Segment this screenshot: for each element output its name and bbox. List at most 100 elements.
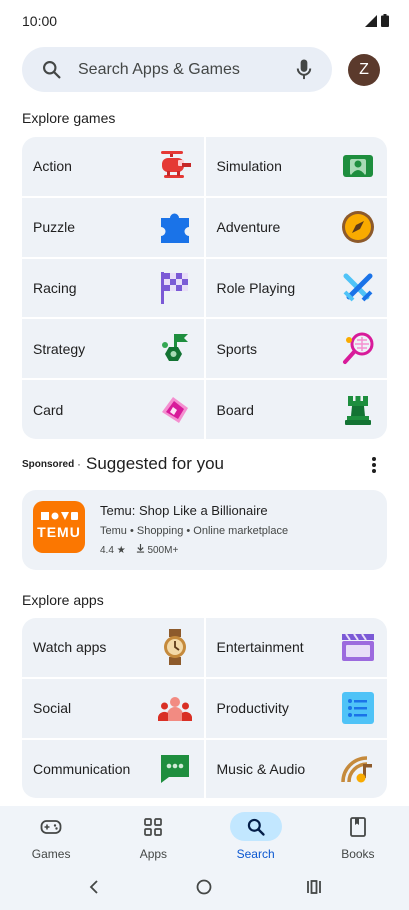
category-label: Social (33, 700, 72, 717)
nav-apps-pill (127, 812, 179, 841)
category-label: Music & Audio (216, 760, 306, 777)
card-icon (158, 393, 192, 427)
chess-rook-icon (341, 393, 375, 427)
category-label: Racing (33, 279, 77, 296)
tennis-racket-icon (341, 332, 375, 366)
explore-apps-title: Explore apps (22, 592, 104, 608)
gamepad-icon (40, 819, 62, 834)
category-label: Sports (216, 340, 257, 357)
temu-logo-shapes-icon (41, 512, 78, 520)
category-label: Role Playing (216, 279, 296, 296)
category-label: Productivity (216, 700, 289, 717)
back-icon[interactable] (87, 878, 101, 896)
nav-games-pill (25, 812, 77, 841)
app-meta: Temu • Shopping • Online marketplace (100, 525, 289, 537)
rating-value: 4.4 (100, 544, 114, 556)
app-name: Temu: Shop Like a Billionaire (100, 503, 268, 518)
category-label: Action (33, 158, 72, 175)
search-bar[interactable]: Search Apps & Games (22, 47, 332, 92)
category-board[interactable]: Board (205, 380, 387, 439)
category-productivity[interactable]: Productivity (205, 678, 387, 738)
crossed-swords-icon (341, 271, 375, 305)
category-action[interactable]: Action (22, 137, 204, 196)
helicopter-icon (158, 149, 192, 183)
suggested-app-card[interactable]: TEMU Temu: Shop Like a Billionaire Temu … (22, 490, 387, 570)
downloads-value: 500M+ (147, 545, 179, 556)
category-label: Adventure (216, 219, 281, 236)
category-role-playing[interactable]: Role Playing (205, 258, 387, 318)
bottom-navigation: Games Apps Search Books (0, 806, 409, 870)
checkered-flag-icon (158, 271, 192, 305)
nav-books[interactable]: Books (307, 806, 409, 870)
category-label: Board (216, 401, 254, 418)
category-racing[interactable]: Racing (22, 258, 204, 318)
category-strategy[interactable]: Strategy (22, 319, 204, 379)
nav-apps[interactable]: Apps (102, 806, 204, 870)
app-downloads: 500M+ (136, 544, 179, 556)
category-label: Watch apps (33, 639, 107, 656)
search-icon (43, 61, 61, 79)
nav-search[interactable]: Search (205, 806, 307, 870)
book-icon (349, 816, 366, 837)
puzzle-piece-icon (158, 210, 192, 244)
category-label: Strategy (33, 340, 86, 357)
category-label: Simulation (216, 158, 282, 175)
system-navigation-bar (0, 870, 409, 910)
explore-games-grid: Action Simulation Puzzle Adventure Racin… (22, 137, 387, 439)
nav-search-pill (229, 812, 282, 841)
suggested-header: Sponsored · Suggested for you (22, 452, 387, 478)
suggested-title: Suggested for you (86, 454, 224, 473)
download-icon (136, 544, 144, 553)
battery-icon (381, 14, 389, 27)
temu-logo: TEMU (33, 501, 85, 553)
category-sports[interactable]: Sports (205, 319, 387, 379)
separator: · (77, 457, 81, 471)
app-stats: 4.4 ★ 500M+ (100, 544, 178, 556)
nav-label: Games (31, 847, 71, 861)
avatar[interactable]: Z (348, 54, 380, 86)
category-simulation[interactable]: Simulation (205, 137, 387, 196)
search-input[interactable]: Search Apps & Games (78, 61, 240, 79)
category-adventure[interactable]: Adventure (205, 197, 387, 257)
nav-books-pill (332, 812, 384, 841)
explore-apps-grid: Watch apps Entertainment Social Producti… (22, 618, 387, 799)
clapperboard-icon (341, 630, 375, 664)
explore-games-title: Explore games (22, 110, 116, 126)
nav-games[interactable]: Games (0, 806, 102, 870)
category-card[interactable]: Card (22, 380, 204, 439)
category-puzzle[interactable]: Puzzle (22, 197, 204, 257)
star-icon: ★ (116, 544, 126, 556)
category-communication[interactable]: Communication (22, 739, 204, 799)
strategy-flag-icon (158, 332, 192, 366)
category-social[interactable]: Social (22, 678, 204, 738)
category-label: Puzzle (33, 219, 76, 236)
category-watch-apps[interactable]: Watch apps (22, 618, 204, 677)
recents-icon[interactable] (305, 878, 323, 896)
signal-icon (365, 14, 377, 27)
category-label: Entertainment (216, 639, 304, 656)
category-music-audio[interactable]: Music & Audio (205, 739, 387, 799)
home-icon[interactable] (195, 878, 213, 896)
category-label: Card (33, 401, 64, 418)
watch-icon (158, 629, 192, 666)
apps-grid-icon (144, 817, 163, 836)
simulation-icon (341, 149, 375, 183)
sponsored-label: Sponsored (22, 459, 75, 470)
nav-label: Books (341, 847, 375, 861)
category-entertainment[interactable]: Entertainment (205, 618, 387, 677)
status-time: 10:00 (22, 13, 58, 29)
status-bar: 10:00 (0, 0, 409, 40)
chat-bubble-icon (158, 752, 192, 786)
compass-icon (341, 210, 375, 244)
microphone-icon[interactable] (294, 58, 314, 81)
music-note-icon (341, 752, 375, 786)
search-icon (247, 818, 265, 836)
status-icons (365, 14, 389, 27)
more-vert-icon[interactable] (371, 456, 377, 474)
category-label: Communication (33, 760, 131, 777)
app-rating: 4.4 ★ (100, 545, 126, 556)
people-icon (157, 691, 192, 725)
nav-label: Apps (139, 847, 168, 861)
nav-label: Search (236, 847, 275, 861)
temu-logo-text: TEMU (37, 524, 81, 540)
